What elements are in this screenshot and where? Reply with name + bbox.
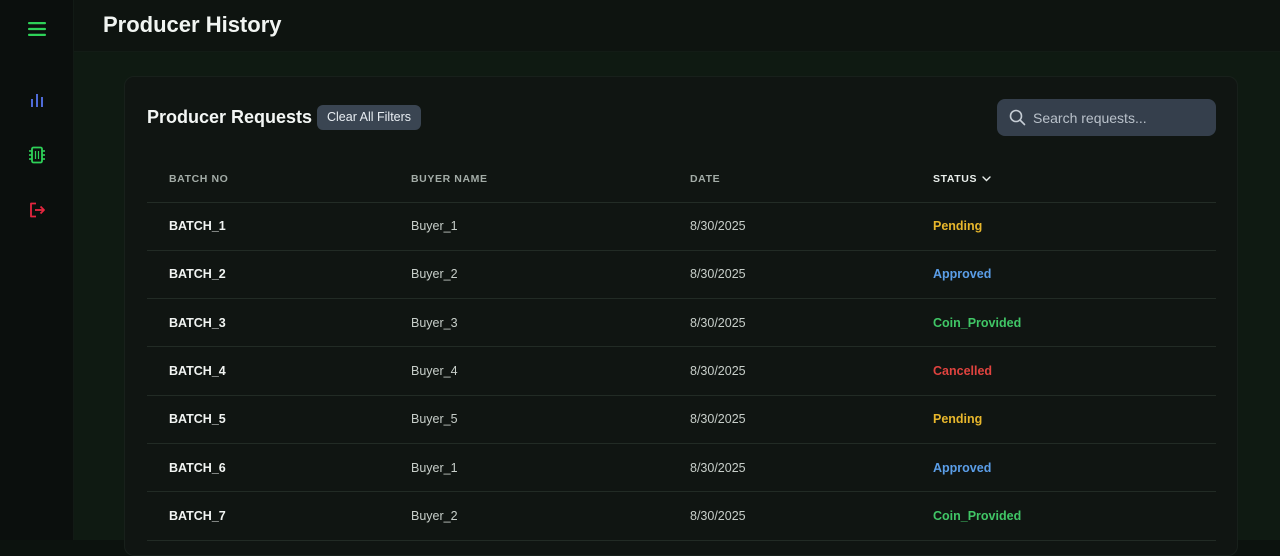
menu-toggle-button[interactable] [21,13,53,45]
cell-buyer-name: Buyer_1 [411,202,690,251]
column-header-batch-no: BATCH NO [147,157,411,203]
table-row[interactable]: BATCH_1 Buyer_1 8/30/2025 Pending [147,202,1216,251]
status-header-label: STATUS [933,173,978,186]
cell-batch-no: BATCH_3 [147,298,411,348]
cell-date: 8/30/2025 [690,298,933,348]
card-title: Producer Requests [147,107,313,127]
cell-buyer-name: Buyer_3 [411,298,690,348]
search-icon [1009,109,1026,126]
cell-date: 8/30/2025 [690,346,933,396]
cell-batch-no: BATCH_7 [147,491,411,541]
table-row[interactable]: BATCH_6 Buyer_1 8/30/2025 Approved [147,443,1216,493]
cell-buyer-name: Buyer_2 [411,491,690,541]
menu-icon [28,22,46,36]
status-badge: Approved [933,443,1216,493]
top-bar: Producer History [74,0,1280,52]
cell-buyer-name: Buyer_1 [411,443,690,493]
status-badge: Approved [933,250,1216,300]
cell-batch-no: BATCH_6 [147,443,411,493]
column-header-status[interactable]: STATUS [933,157,1216,203]
table-row[interactable]: BATCH_7 Buyer_2 8/30/2025 Coin_Provided [147,491,1216,541]
sidebar [0,0,74,540]
chip-icon [29,146,45,164]
table-header-row: BATCH NO BUYER NAME DATE STATUS [147,157,1216,203]
status-badge: Coin_Provided [933,298,1216,348]
cell-date: 8/30/2025 [690,443,933,493]
column-header-date: DATE [690,157,933,203]
cell-batch-no: BATCH_5 [147,395,411,444]
table-row[interactable]: BATCH_2 Buyer_2 8/30/2025 Approved [147,250,1216,300]
logout-button[interactable] [21,194,53,226]
cell-buyer-name: Buyer_5 [411,395,690,444]
cell-batch-no: BATCH_1 [147,202,411,251]
cell-date: 8/30/2025 [690,250,933,300]
cell-buyer-name: Buyer_4 [411,346,690,396]
search-box [997,99,1216,136]
search-input[interactable] [1033,99,1208,136]
status-badge: Pending [933,202,1216,251]
cell-date: 8/30/2025 [690,491,933,541]
sidebar-item-dashboard[interactable] [21,84,53,116]
logout-icon [29,202,45,218]
page-title: Producer History [103,12,282,37]
cell-buyer-name: Buyer_2 [411,250,690,300]
table-row[interactable]: BATCH_3 Buyer_3 8/30/2025 Coin_Provided [147,298,1216,348]
cell-batch-no: BATCH_2 [147,250,411,300]
main-content: Producer Requests Clear All Filters BATC… [74,52,1280,556]
status-badge: Coin_Provided [933,491,1216,541]
cell-batch-no: BATCH_4 [147,346,411,396]
chevron-down-icon [982,176,991,182]
requests-table: BATCH NO BUYER NAME DATE STATUS BATCH_1 B… [147,157,1216,541]
sidebar-item-history[interactable] [21,139,53,171]
cell-date: 8/30/2025 [690,395,933,444]
clear-all-filters-button[interactable]: Clear All Filters [317,105,422,130]
producer-requests-card: Producer Requests Clear All Filters BATC… [124,76,1238,556]
status-badge: Cancelled [933,346,1216,396]
table-row[interactable]: BATCH_4 Buyer_4 8/30/2025 Cancelled [147,346,1216,396]
column-header-buyer-name: BUYER NAME [411,157,690,203]
cell-date: 8/30/2025 [690,202,933,251]
bar-chart-icon [31,94,43,107]
status-badge: Pending [933,395,1216,444]
table-row[interactable]: BATCH_5 Buyer_5 8/30/2025 Pending [147,395,1216,444]
